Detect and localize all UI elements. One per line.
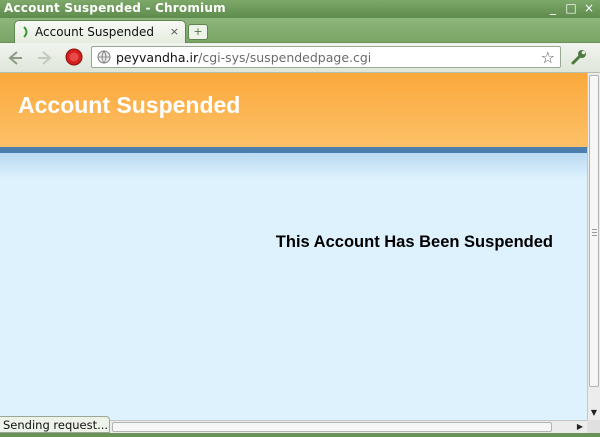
scroll-right-arrow-icon[interactable]: ▶ (575, 421, 585, 433)
forward-arrow-icon[interactable] (36, 49, 54, 67)
scroll-down-arrow-icon[interactable]: ▼ (589, 407, 599, 419)
tab-strip: Account Suspended × + (0, 18, 600, 43)
scrollbar-corner (587, 420, 600, 433)
page-header: Account Suspended (0, 73, 587, 147)
url-path: /cgi-sys/suspendedpage.cgi (198, 50, 372, 65)
url-text: peyvandha.ir/cgi-sys/suspendedpage.cgi (116, 50, 371, 65)
back-arrow-icon[interactable] (6, 49, 24, 67)
horizontal-scroll-thumb[interactable] (112, 422, 552, 432)
horizontal-scrollbar[interactable]: ▶ (110, 420, 587, 433)
scroll-grip (592, 235, 597, 236)
scroll-grip (592, 232, 597, 233)
scroll-grip (592, 229, 597, 230)
stop-icon[interactable] (65, 48, 83, 66)
maximize-button[interactable]: □ (564, 1, 578, 15)
header-fade (0, 153, 587, 179)
window-title-bar: Account Suspended - Chromium _ □ × (0, 0, 600, 18)
globe-icon (97, 50, 111, 64)
status-text: Sending request... (3, 418, 109, 432)
status-bubble: Sending request... (0, 416, 110, 433)
page-heading: Account Suspended (18, 92, 241, 118)
wrench-icon[interactable] (570, 48, 588, 66)
suspended-message: This Account Has Been Suspended (275, 233, 553, 251)
bookmark-star-icon[interactable]: ☆ (541, 48, 555, 67)
minimize-button[interactable]: _ (546, 1, 560, 15)
new-tab-button[interactable]: + (188, 24, 208, 40)
vertical-scrollbar[interactable]: ▼ (587, 73, 600, 420)
page-content: Account Suspended This Account Has Been … (0, 73, 587, 420)
close-window-button[interactable]: × (582, 1, 596, 15)
tab-account-suspended[interactable]: Account Suspended × (14, 20, 186, 43)
vertical-scroll-thumb[interactable] (589, 75, 599, 387)
window-title: Account Suspended - Chromium (4, 1, 226, 15)
tab-close-icon[interactable]: × (170, 25, 179, 38)
tab-title: Account Suspended (35, 25, 154, 39)
url-host: peyvandha.ir (116, 50, 199, 65)
loading-throbber-icon (23, 26, 28, 38)
address-bar[interactable]: peyvandha.ir/cgi-sys/suspendedpage.cgi ☆ (91, 46, 561, 68)
window-bottom-edge (0, 433, 600, 437)
